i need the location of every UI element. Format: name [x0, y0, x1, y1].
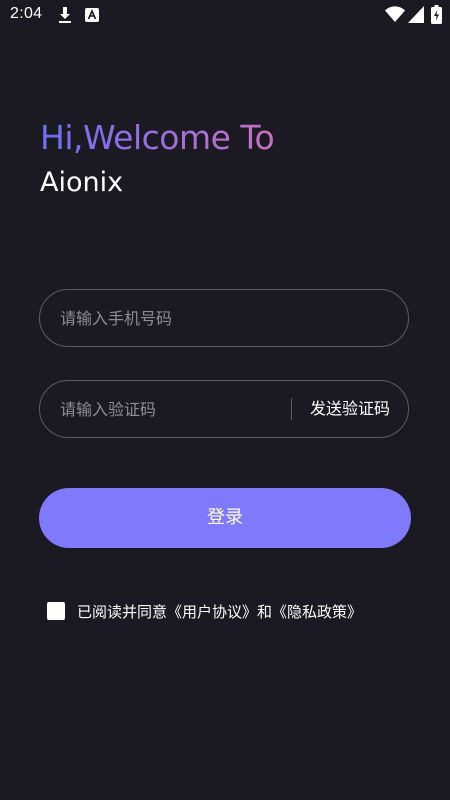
- battery-charging-icon: [431, 5, 442, 24]
- code-divider: [291, 398, 292, 420]
- user-agreement-link[interactable]: 《用户协议》: [167, 603, 257, 621]
- app-name: Aionix: [40, 167, 124, 198]
- welcome-title: Hi,Welcome To: [40, 118, 275, 157]
- send-code-button[interactable]: 发送验证码: [310, 381, 390, 437]
- agreement-prefix: 已阅读并同意: [77, 602, 168, 621]
- agreement-text: 已阅读并同意《用户协议》和《隐私政策》: [77, 601, 362, 622]
- login-button[interactable]: 登录: [39, 488, 411, 548]
- agreement-checkbox[interactable]: [47, 602, 65, 620]
- download-icon: [59, 7, 71, 23]
- wifi-icon: [385, 6, 405, 22]
- code-field[interactable]: 发送验证码: [39, 380, 409, 438]
- code-input[interactable]: [60, 381, 280, 437]
- notification-app-icon: [85, 8, 99, 22]
- status-time: 2:04: [10, 5, 43, 22]
- status-bar: 2:04: [0, 0, 450, 32]
- privacy-policy-link[interactable]: 《隐私政策》: [272, 603, 362, 621]
- agreement-conjunction: 和: [257, 602, 273, 621]
- agreement-row: 已阅读并同意《用户协议》和《隐私政策》: [47, 600, 362, 622]
- phone-field[interactable]: [39, 289, 409, 347]
- phone-input[interactable]: [60, 290, 390, 346]
- signal-icon: [408, 6, 424, 23]
